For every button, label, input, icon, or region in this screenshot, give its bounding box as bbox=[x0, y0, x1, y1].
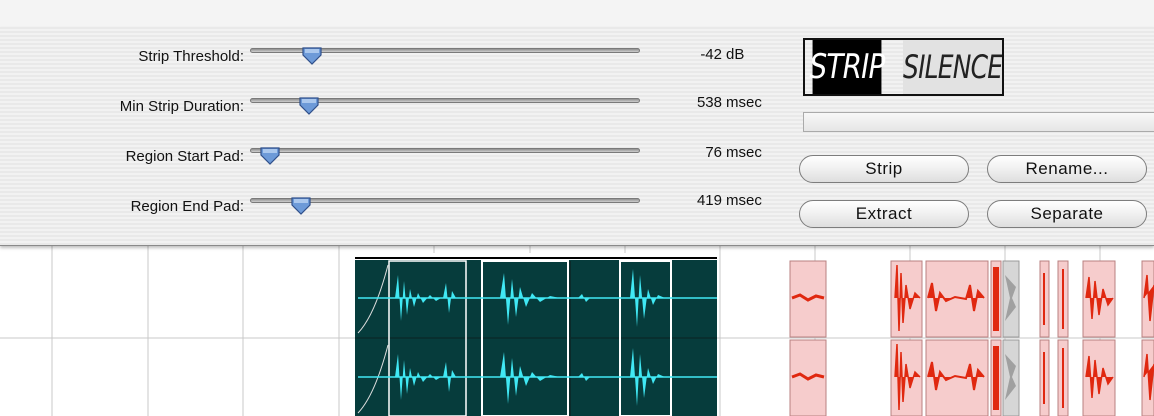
selected-region-group[interactable] bbox=[355, 257, 717, 416]
extract-button[interactable]: Extract bbox=[799, 200, 969, 228]
logo-strip-text: STRIP bbox=[809, 47, 885, 87]
audio-track-area[interactable] bbox=[0, 245, 1154, 416]
region-end-pad-thumb[interactable] bbox=[290, 196, 312, 216]
strip-button[interactable]: Strip bbox=[799, 155, 969, 183]
region-end-pad-unit: msec bbox=[726, 192, 762, 209]
region-end-pad-label: Region End Pad: bbox=[130, 198, 244, 215]
strip-threshold-unit: dB bbox=[726, 46, 745, 63]
progress-bar bbox=[803, 112, 1154, 132]
min-strip-duration-unit: msec bbox=[726, 94, 762, 111]
strip-silence-logo: STRIP SILENCE bbox=[803, 38, 1004, 96]
region-start-pad-label: Region Start Pad: bbox=[125, 148, 244, 165]
logo-silence-text: SILENCE bbox=[903, 48, 1003, 86]
strip-threshold-thumb[interactable] bbox=[301, 46, 323, 66]
region-start-pad-thumb[interactable] bbox=[259, 146, 281, 166]
rename-button[interactable]: Rename... bbox=[987, 155, 1147, 183]
region-start-pad-unit: msec bbox=[726, 144, 762, 161]
min-strip-duration-value: 538 bbox=[696, 94, 722, 111]
region-start-pad-value: 76 bbox=[705, 144, 722, 161]
title-bar bbox=[0, 0, 1154, 28]
strip-silence-panel: Strip Threshold: -42 dB Min Strip Durati… bbox=[0, 27, 1154, 246]
min-strip-duration-thumb[interactable] bbox=[298, 96, 320, 116]
region-start-pad-slider[interactable] bbox=[250, 148, 640, 153]
separate-button[interactable]: Separate bbox=[987, 200, 1147, 228]
region-end-pad-value: 419 bbox=[696, 192, 722, 209]
min-strip-duration-label: Min Strip Duration: bbox=[119, 98, 244, 115]
strip-threshold-label: Strip Threshold: bbox=[138, 48, 244, 65]
strip-threshold-value: -42 bbox=[700, 46, 722, 63]
